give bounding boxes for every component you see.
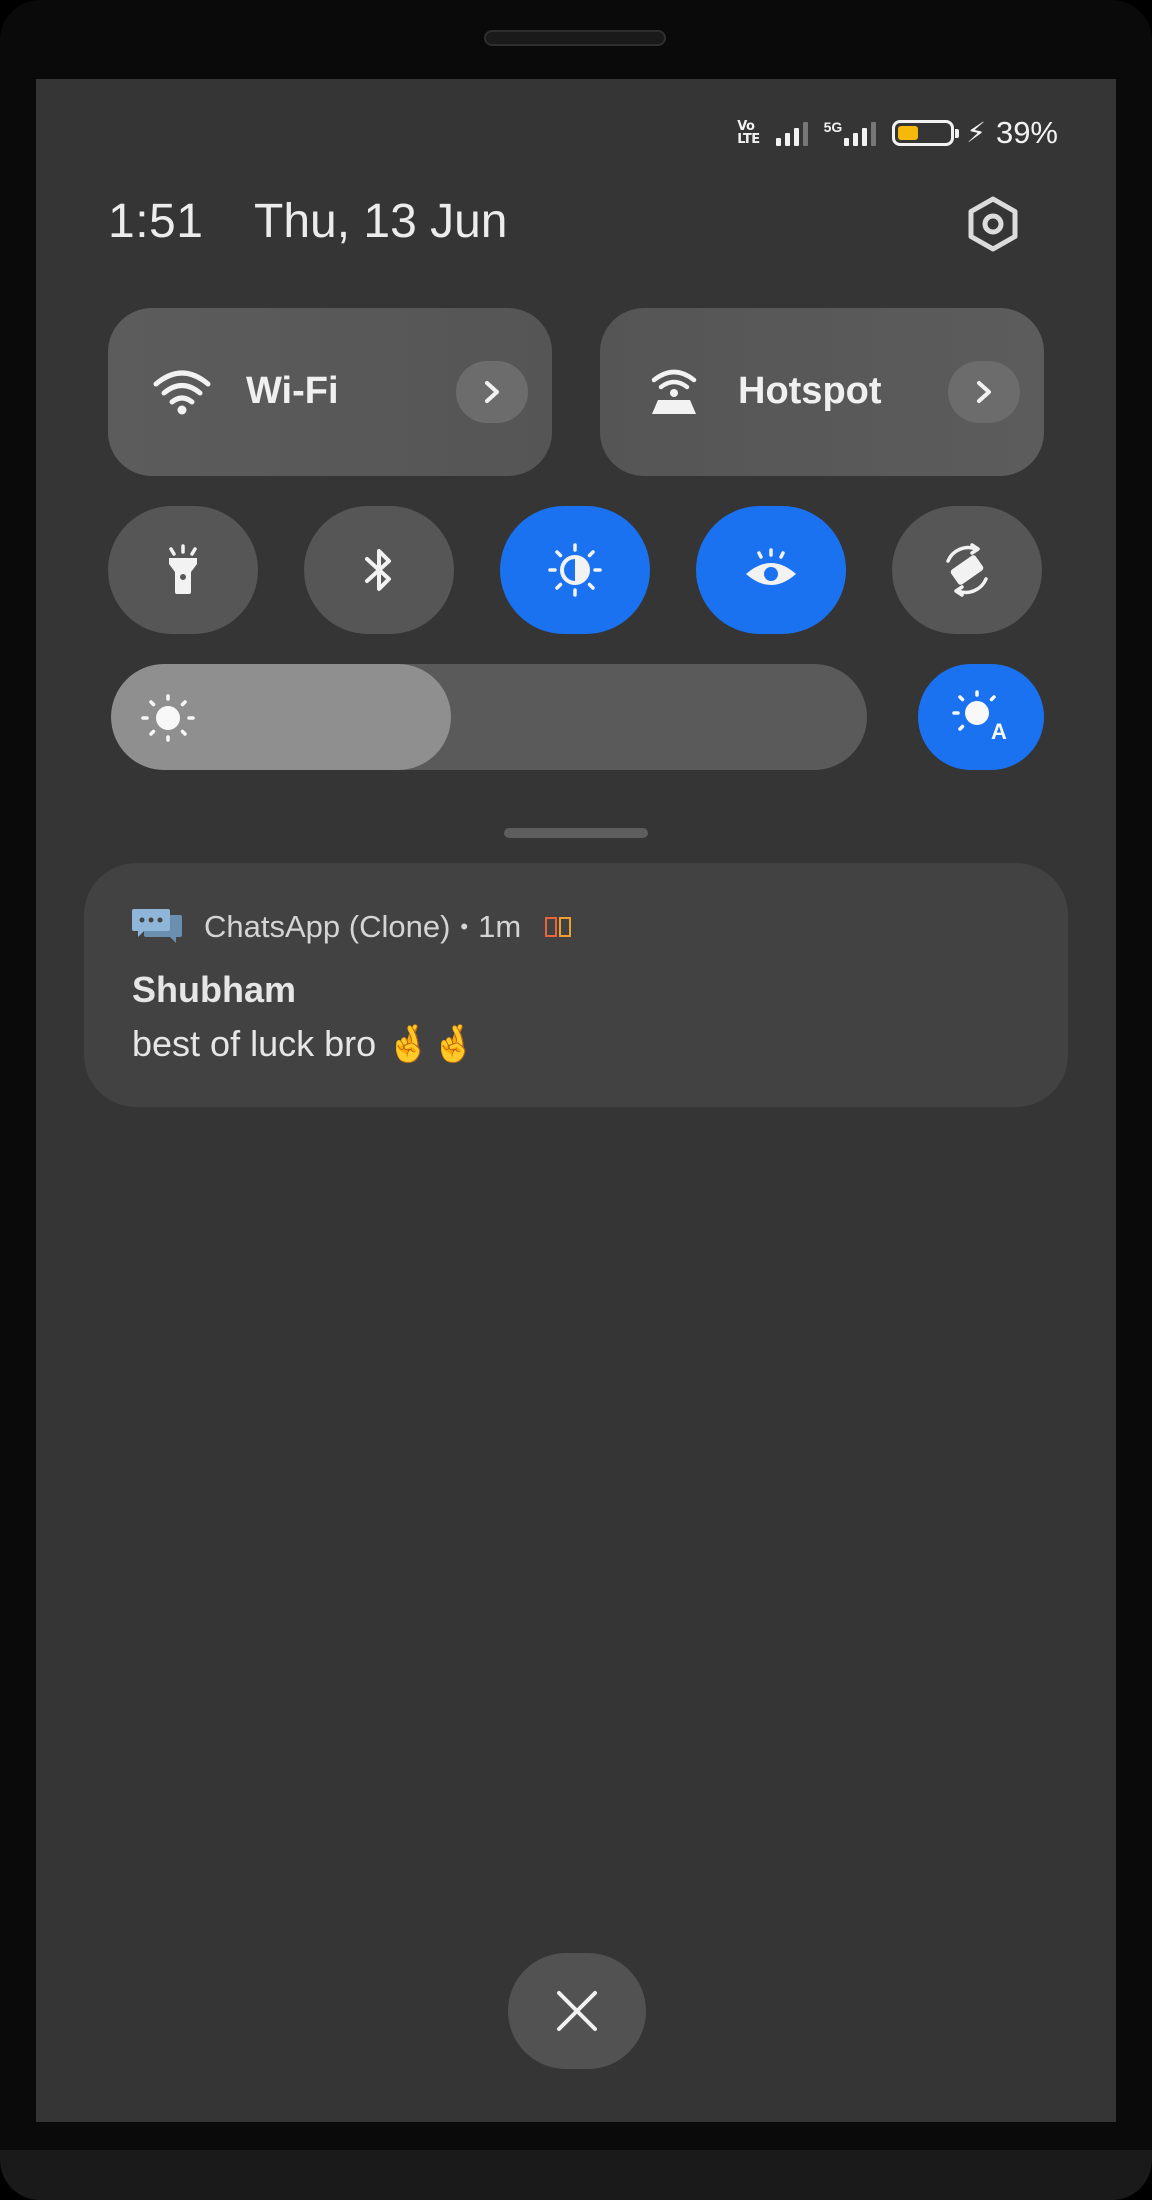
close-icon [557, 1991, 597, 2031]
eye-comfort-toggle[interactable] [696, 506, 846, 634]
separator-dot: • [460, 914, 469, 939]
wifi-details-button[interactable] [456, 361, 528, 423]
notification-age: 1m [478, 909, 522, 944]
notification-shade: Vo LTE 5G ⚡ 39% 1:51 Thu, 13 Jun Wi-Fi H… [36, 79, 1116, 2122]
hotspot-label: Hotspot [738, 370, 882, 412]
clear-notifications-button[interactable] [508, 1953, 646, 2069]
brightness-slider[interactable] [111, 664, 867, 770]
bluetooth-icon [365, 549, 391, 591]
notification-header: ChatsApp (Clone) • 1m [204, 909, 572, 945]
eye-icon [746, 548, 796, 585]
earpiece-speaker [484, 30, 666, 46]
bluetooth-toggle[interactable] [304, 506, 454, 634]
brightness-icon [141, 694, 195, 742]
flashlight-icon [169, 544, 197, 594]
chevron-right-icon [485, 381, 499, 403]
rotate-icon [946, 543, 988, 597]
settings-icon [968, 196, 1018, 252]
phone-frame: Vo LTE 5G ⚡ 39% 1:51 Thu, 13 Jun Wi-Fi H… [0, 0, 1152, 2200]
contrast-icon [548, 543, 602, 597]
wifi-label: Wi-Fi [246, 370, 339, 412]
auto-brightness-letter: A [991, 719, 1007, 744]
hotspot-icon [651, 369, 697, 414]
auto-rotate-toggle[interactable] [892, 506, 1042, 634]
battery-level [898, 126, 919, 140]
dark-mode-toggle[interactable] [500, 506, 650, 634]
battery-icon [892, 120, 960, 146]
battery-percent: 39% [995, 115, 1058, 150]
chat-app-icon [132, 909, 182, 943]
signal-strength-icon [775, 120, 808, 146]
volte-indicator: Vo LTE [737, 119, 760, 147]
clock-date: Thu, 13 Jun [254, 195, 508, 248]
auto-brightness-button[interactable]: A [918, 664, 1044, 770]
bottom-bezel [0, 2150, 1152, 2200]
network-label: 5G [823, 119, 843, 135]
notification-card[interactable]: ChatsApp (Clone) • 1m Shubham best of lu… [84, 863, 1068, 1107]
auto-brightness-icon: A [952, 690, 1007, 744]
clone-badge-icon [545, 917, 572, 937]
notification-sender: Shubham [132, 969, 297, 1010]
wifi-icon [153, 370, 211, 415]
chevron-right-icon [977, 381, 991, 403]
charging-icon: ⚡ [966, 117, 986, 148]
notification-message: best of luck bro 🤞🤞 [132, 1023, 476, 1064]
drag-handle[interactable] [504, 828, 648, 838]
signal-5g-icon: 5G [824, 120, 877, 146]
status-bar: Vo LTE 5G ⚡ 39% [737, 115, 1058, 151]
settings-button[interactable] [958, 189, 1028, 259]
hotspot-tile[interactable]: Hotspot [600, 308, 1044, 476]
wifi-tile[interactable]: Wi-Fi [108, 308, 552, 476]
flashlight-toggle[interactable] [108, 506, 258, 634]
hotspot-details-button[interactable] [948, 361, 1020, 423]
clock-time: 1:51 [108, 195, 204, 248]
app-name: ChatsApp (Clone) [204, 909, 451, 944]
